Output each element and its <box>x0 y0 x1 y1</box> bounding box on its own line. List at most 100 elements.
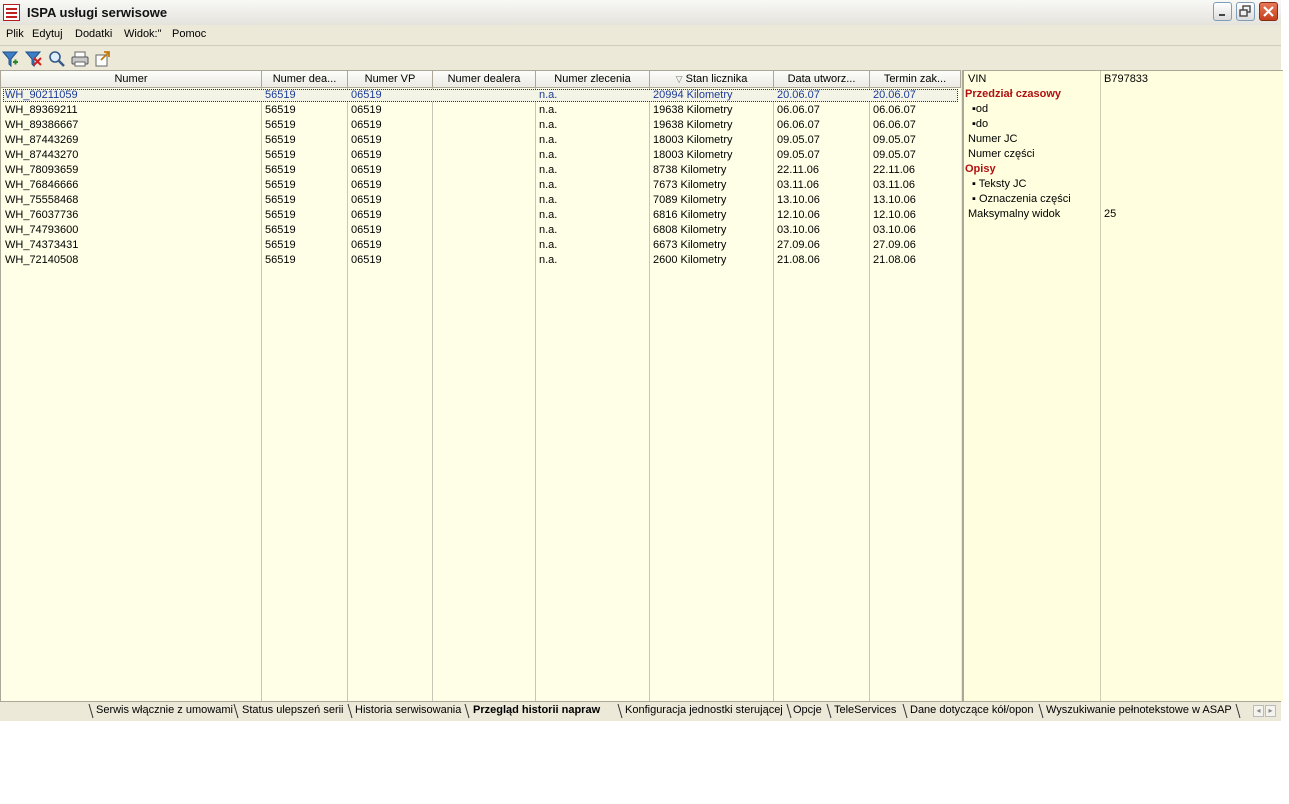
table-cell: 09.05.07 <box>873 149 916 161</box>
tab-scroll-left-button[interactable]: ◂ <box>1253 705 1264 717</box>
close-button[interactable] <box>1259 2 1278 21</box>
vin-label: VIN <box>968 73 987 85</box>
table-cell: n.a. <box>539 194 558 206</box>
table-cell: 06519 <box>351 254 382 266</box>
table-cell: 18003 Kilometry <box>653 134 733 146</box>
table-cell: WH_89369211 <box>5 104 78 116</box>
prop-numer-czesci[interactable]: Numer części <box>968 147 1035 162</box>
search-icon[interactable] <box>48 50 66 68</box>
table-cell: 6808 Kilometry <box>653 224 727 236</box>
table-cell: 06519 <box>351 194 382 206</box>
table-cell: 7089 Kilometry <box>653 194 727 206</box>
column-header-numer-vp[interactable]: Numer VP <box>348 71 433 88</box>
column-header-stan-licznika-label: Stan licznika <box>685 73 748 85</box>
tab-separator <box>826 703 832 719</box>
column-header-numer-dealera-short[interactable]: Numer dea... <box>262 71 348 88</box>
table-cell: 56519 <box>265 209 296 221</box>
prop-maksymalny-widok-value[interactable]: 25 <box>1104 207 1116 222</box>
tab-dane-kol-opon[interactable]: Dane dotyczące kół/opon <box>910 704 1034 716</box>
table-cell: 8738 Kilometry <box>653 164 727 176</box>
table-cell: 09.05.07 <box>777 134 820 146</box>
table-cell: 12.10.06 <box>873 209 916 221</box>
table-cell: n.a. <box>539 134 558 146</box>
prop-teksty-jc[interactable]: ▪ Teksty JC <box>972 177 1026 192</box>
table-cell: 06519 <box>351 179 382 191</box>
tab-przeglad-historii-napraw[interactable]: Przegląd historii napraw <box>473 704 600 716</box>
menu-bar: Plik Edytuj Dodatki Widok:" Pomoc <box>0 25 1281 46</box>
table-cell: 06.06.07 <box>777 104 820 116</box>
column-header-stan-licznika[interactable]: ▽ Stan licznika <box>650 71 774 88</box>
tab-wyszukiwanie-asap[interactable]: Wyszukiwanie pełnotekstowe w ASAP <box>1046 704 1232 716</box>
repair-history-grid: Numer Numer dea... Numer VP Numer dealer… <box>0 70 961 702</box>
table-cell: 09.05.07 <box>777 149 820 161</box>
table-cell: 12.10.06 <box>777 209 820 221</box>
table-cell: n.a. <box>539 179 558 191</box>
table-cell: 06.06.07 <box>777 119 820 131</box>
column-header-numer-zlecenia[interactable]: Numer zlecenia <box>536 71 650 88</box>
table-cell: WH_76846666 <box>5 179 79 191</box>
tab-opcje[interactable]: Opcje <box>793 704 822 716</box>
table-cell: n.a. <box>539 119 558 131</box>
category-opisy: Opisy <box>965 163 996 175</box>
prop-od-label: od <box>975 103 989 115</box>
tab-separator <box>902 703 908 719</box>
tab-separator <box>1038 703 1044 719</box>
table-cell: 03.11.06 <box>777 179 820 191</box>
tab-separator <box>347 703 353 719</box>
table-cell: 03.10.06 <box>777 224 820 236</box>
table-cell: n.a. <box>539 164 558 176</box>
clear-filter-icon[interactable] <box>25 50 43 68</box>
app-window: ISPA usługi serwisowe Plik Edytuj Dodatk… <box>0 0 1283 721</box>
column-header-termin-zakonczenia[interactable]: Termin zak... <box>870 71 961 88</box>
menu-pomoc[interactable]: Pomoc <box>172 28 206 40</box>
app-icon[interactable] <box>3 4 20 21</box>
table-cell: 03.11.06 <box>873 179 916 191</box>
tab-historia-serwisowania[interactable]: Historia serwisowania <box>355 704 461 716</box>
tab-status-ulepszen[interactable]: Status ulepszeń serii <box>242 704 344 716</box>
table-cell: n.a. <box>539 224 558 236</box>
table-cell: WH_87443269 <box>5 134 79 146</box>
table-cell: 20994 Kilometry <box>653 89 733 101</box>
table-cell: 56519 <box>265 194 296 206</box>
vin-value[interactable]: B797833 <box>1104 72 1148 87</box>
table-cell: 18003 Kilometry <box>653 149 733 161</box>
menu-edytuj[interactable]: Edytuj <box>32 28 63 40</box>
export-icon[interactable] <box>94 50 112 68</box>
menu-plik[interactable]: Plik <box>6 28 24 40</box>
prop-teksty-jc-label: Teksty JC <box>978 178 1027 190</box>
prop-oznaczenia-czesci[interactable]: ▪ Oznaczenia części <box>972 192 1071 207</box>
table-cell: 06519 <box>351 119 382 131</box>
table-cell: 27.09.06 <box>873 239 916 251</box>
tab-separator <box>617 703 623 719</box>
tab-konfiguracja-jednostki[interactable]: Konfiguracja jednostki sterującej <box>625 704 783 716</box>
bottom-tab-bar: Serwis włącznie z umowami Status ulepsze… <box>0 701 1281 721</box>
table-cell: 06519 <box>351 209 382 221</box>
prop-numer-jc[interactable]: Numer JC <box>968 132 1018 147</box>
table-cell: n.a. <box>539 254 558 266</box>
tab-serwis-umowy[interactable]: Serwis włącznie z umowami <box>96 704 233 716</box>
filter-icon[interactable] <box>2 50 20 68</box>
table-cell: 56519 <box>265 164 296 176</box>
table-cell: 22.11.06 <box>777 164 820 176</box>
table-cell: 03.10.06 <box>873 224 916 236</box>
table-cell: n.a. <box>539 209 558 221</box>
prop-do[interactable]: ▪do <box>972 117 988 132</box>
table-cell: 19638 Kilometry <box>653 104 733 116</box>
restore-button[interactable] <box>1236 2 1255 21</box>
menu-widok[interactable]: Widok:" <box>124 28 162 40</box>
table-cell: 56519 <box>265 149 296 161</box>
minimize-button[interactable] <box>1213 2 1232 21</box>
table-cell: 56519 <box>265 179 296 191</box>
table-cell: 6673 Kilometry <box>653 239 727 251</box>
column-header-numer[interactable]: Numer <box>1 71 262 88</box>
print-icon[interactable] <box>71 50 89 68</box>
prop-od[interactable]: ▪od <box>972 102 988 117</box>
tab-teleservices[interactable]: TeleServices <box>834 704 896 716</box>
tab-scroll-right-button[interactable]: ▸ <box>1265 705 1276 717</box>
menu-dodatki[interactable]: Dodatki <box>75 28 112 40</box>
column-header-numer-dealera[interactable]: Numer dealera <box>433 71 536 88</box>
toolbar <box>0 46 1281 70</box>
column-header-data-utworzenia[interactable]: Data utworz... <box>774 71 870 88</box>
table-cell: 56519 <box>265 119 296 131</box>
table-cell: WH_87443270 <box>5 149 79 161</box>
